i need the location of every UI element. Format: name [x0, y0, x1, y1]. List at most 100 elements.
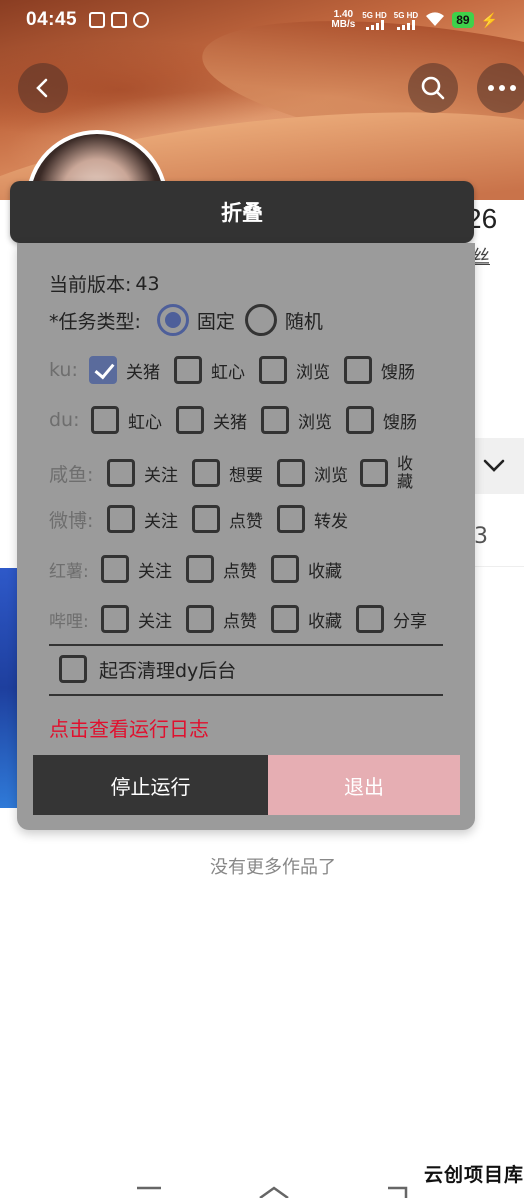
option-checkbox[interactable]: 点赞	[186, 555, 257, 583]
exit-button[interactable]: 退出	[268, 755, 460, 815]
platform-label: 红薯:	[49, 561, 89, 582]
wifi-icon	[425, 11, 445, 30]
checkbox-icon[interactable]	[271, 555, 299, 583]
more-button[interactable]	[477, 63, 524, 113]
checkbox-icon[interactable]	[277, 459, 305, 487]
menu-icon[interactable]	[137, 1186, 161, 1198]
radio-selected-icon[interactable]	[156, 304, 189, 336]
platform-label: 微博:	[49, 509, 94, 532]
option-checkbox[interactable]: 浏览	[277, 459, 348, 487]
option-checkbox[interactable]: 馊肠	[346, 406, 417, 434]
home-icon[interactable]	[258, 1186, 290, 1198]
option-checkbox[interactable]: 关注	[107, 459, 178, 487]
battery-indicator: 89	[452, 12, 474, 28]
checkbox-icon[interactable]	[186, 555, 214, 583]
platform-row-bili: 哔哩: 关注 点赞 收藏 分享	[49, 605, 427, 633]
platform-row-weibo: 微博: 关注 点赞 转发	[49, 505, 348, 533]
checkbox-icon[interactable]	[346, 406, 374, 434]
checkbox-icon[interactable]	[261, 406, 289, 434]
platform-label: du:	[49, 409, 80, 431]
checkbox-icon[interactable]	[176, 406, 204, 434]
checkbox-icon[interactable]	[101, 555, 129, 583]
network-speed: 1.40 MB/s	[331, 9, 356, 30]
checkbox-icon[interactable]	[59, 655, 87, 683]
divider	[474, 566, 524, 567]
platform-label: 咸鱼:	[49, 463, 94, 486]
platform-label: 哔哩:	[49, 611, 89, 632]
option-checkbox[interactable]: 分享	[356, 605, 427, 633]
divider	[49, 644, 443, 646]
option-checkbox[interactable]: 收藏	[360, 455, 417, 491]
video-thumbnail[interactable]	[0, 568, 18, 808]
view-log-link[interactable]: 点击查看运行日志	[49, 713, 209, 742]
more-dots-icon	[488, 85, 516, 91]
checkbox-icon[interactable]	[91, 406, 119, 434]
checkbox-icon[interactable]	[360, 459, 388, 487]
platform-row-du: du: 虹心 关猪 浏览 馊肠	[49, 406, 417, 434]
option-checkbox[interactable]: 收藏	[271, 605, 342, 633]
radio-fixed[interactable]: 固定	[156, 304, 235, 336]
version-value: 43	[135, 272, 160, 295]
app-notify-icon	[111, 12, 128, 28]
triangle-notify-icon	[133, 12, 150, 28]
checkbox-icon[interactable]	[101, 605, 129, 633]
chevron-left-icon	[36, 78, 48, 98]
back-nav-icon[interactable]	[384, 1186, 410, 1198]
task-type-row: *任务类型: 固定 随机	[49, 304, 323, 336]
checkbox-icon[interactable]	[192, 505, 220, 533]
status-bar: 04:45 1.40 MB/s 5G HD 5G HD 89 ⚡	[0, 0, 524, 40]
fold-button[interactable]: 折叠	[10, 181, 474, 243]
shield-icon	[89, 12, 106, 28]
option-checkbox[interactable]: 想要	[192, 459, 263, 487]
checkbox-icon[interactable]	[344, 356, 372, 384]
clean-background-row[interactable]: 起否清理dy后台	[49, 655, 236, 683]
option-checkbox[interactable]: 关注	[101, 605, 172, 633]
option-checkbox[interactable]: 关注	[101, 555, 172, 583]
option-checkbox[interactable]: 馊肠	[344, 356, 415, 384]
charging-icon: ⚡	[480, 11, 498, 28]
side-count: 3	[474, 524, 488, 549]
option-checkbox[interactable]: 关注	[107, 505, 178, 533]
option-checkbox[interactable]: 收藏	[271, 555, 342, 583]
option-checkbox[interactable]: 浏览	[259, 356, 330, 384]
option-checkbox[interactable]: 虹心	[91, 406, 162, 434]
checkbox-icon[interactable]	[107, 505, 135, 533]
checkbox-icon[interactable]	[174, 356, 202, 384]
checkbox-checked-icon[interactable]	[89, 356, 117, 384]
checkbox-icon[interactable]	[259, 356, 287, 384]
option-checkbox[interactable]: 虹心	[174, 356, 245, 384]
sim1-signal-icon: 5G HD	[362, 11, 387, 30]
version-row: 当前版本: 43	[49, 270, 160, 297]
divider	[49, 694, 443, 696]
platform-label: ku:	[49, 359, 78, 381]
checkbox-icon[interactable]	[277, 505, 305, 533]
script-control-panel: 当前版本: 43 *任务类型: 固定 随机 ku: 关猪 虹心 浏览 馊肠 du…	[17, 243, 475, 830]
checkbox-icon[interactable]	[186, 605, 214, 633]
task-type-label: *任务类型:	[49, 310, 141, 333]
checkbox-icon[interactable]	[192, 459, 220, 487]
option-checkbox[interactable]: 点赞	[192, 505, 263, 533]
stop-button[interactable]: 停止运行	[33, 755, 268, 815]
option-checkbox[interactable]: 转发	[277, 505, 348, 533]
chevron-down-icon	[483, 459, 505, 472]
checkbox-icon[interactable]	[107, 459, 135, 487]
option-checkbox[interactable]: 关猪	[176, 406, 247, 434]
option-checkbox[interactable]: 点赞	[186, 605, 257, 633]
radio-unselected-icon[interactable]	[244, 304, 277, 336]
radio-random[interactable]: 随机	[244, 304, 323, 336]
sim2-signal-icon: 5G HD	[394, 11, 418, 30]
search-button[interactable]	[408, 63, 458, 113]
system-nav-bar	[0, 1180, 524, 1198]
option-checkbox[interactable]: 浏览	[261, 406, 332, 434]
platform-row-ku: ku: 关猪 虹心 浏览 馊肠	[49, 356, 415, 384]
search-icon	[421, 76, 445, 100]
platform-row-hongshu: 红薯: 关注 点赞 收藏	[49, 555, 342, 583]
version-label: 当前版本:	[49, 274, 132, 296]
checkbox-icon[interactable]	[271, 605, 299, 633]
platform-row-xianyu: 咸鱼: 关注 想要 浏览 收藏	[49, 455, 417, 491]
status-time: 04:45	[26, 9, 78, 30]
clean-background-checkbox[interactable]: 起否清理dy后台	[59, 655, 236, 683]
checkbox-icon[interactable]	[356, 605, 384, 633]
back-button[interactable]	[18, 63, 68, 113]
option-checkbox[interactable]: 关猪	[89, 356, 160, 384]
